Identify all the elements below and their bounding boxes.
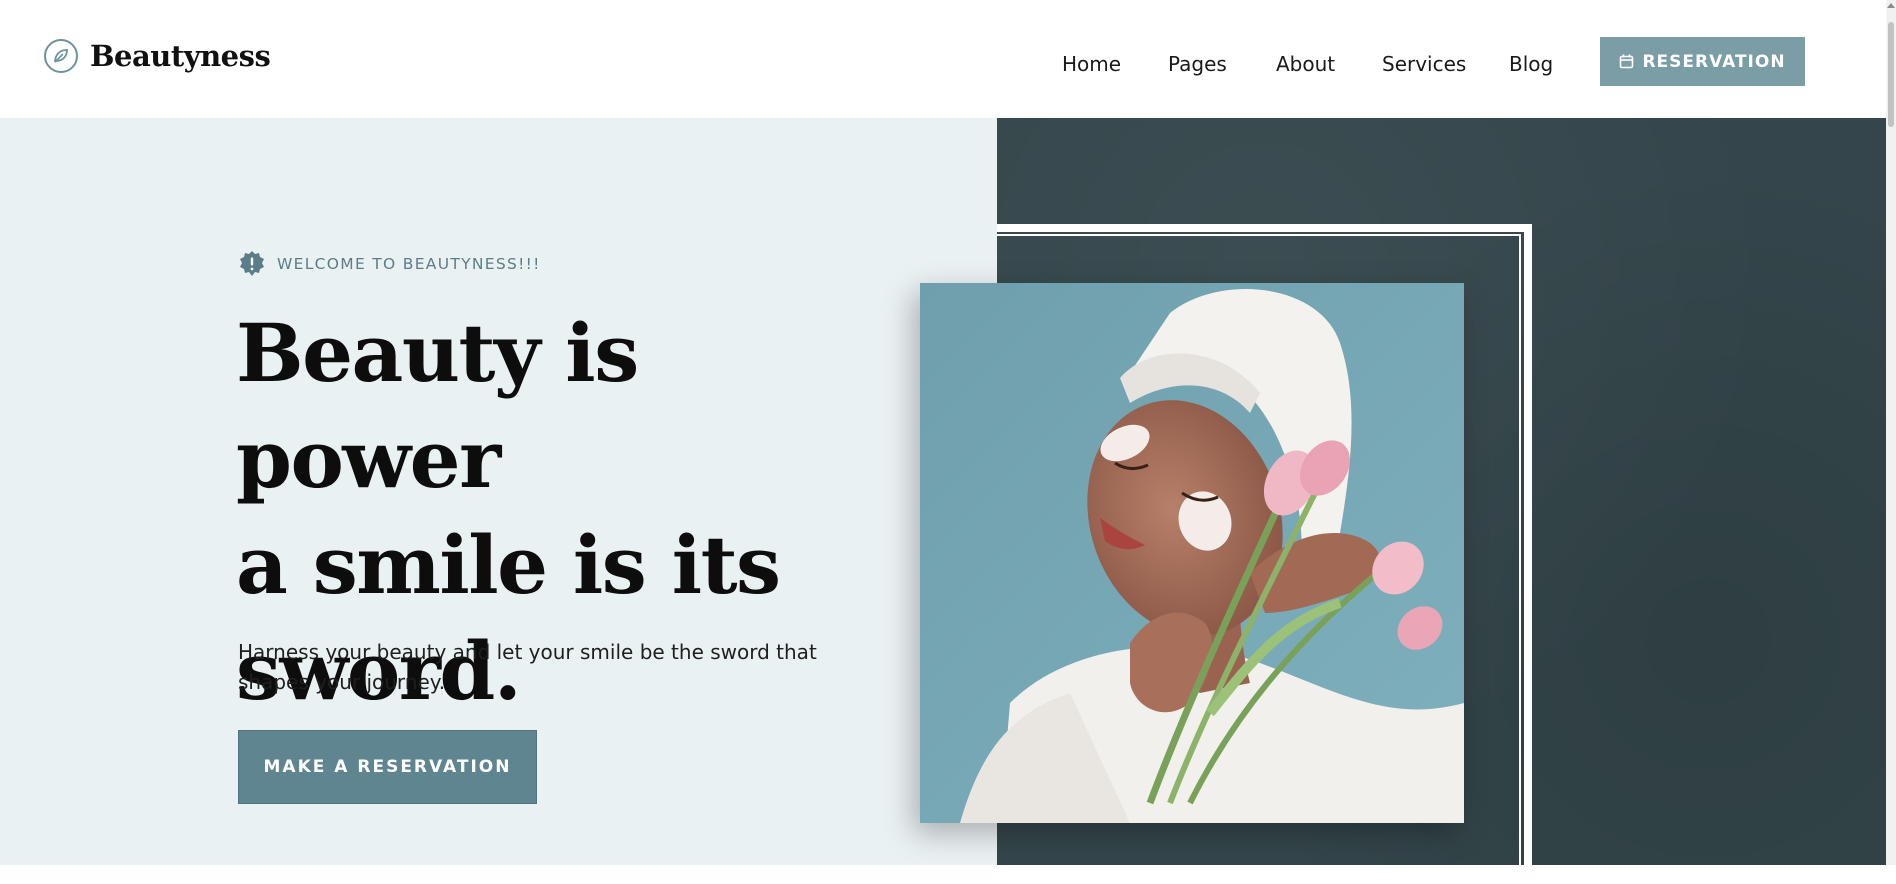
headline-line-2: a smile is its	[236, 518, 781, 612]
reservation-button-label: RESERVATION	[1642, 51, 1786, 72]
nav-blog[interactable]: Blog	[1509, 52, 1553, 76]
leaf-circle-icon	[44, 39, 78, 73]
reservation-button[interactable]: RESERVATION	[1600, 37, 1805, 86]
calendar-icon	[1620, 54, 1634, 69]
eyebrow-text: WELCOME TO BEAUTYNESS!!!	[277, 255, 541, 273]
make-reservation-label: MAKE A RESERVATION	[263, 757, 512, 777]
headline-line-1: Beauty is power	[236, 306, 639, 506]
nav-home[interactable]: Home	[1062, 52, 1121, 76]
nav-pages[interactable]: Pages	[1168, 52, 1227, 76]
badge-exclamation-icon	[240, 251, 264, 276]
make-reservation-button[interactable]: MAKE A RESERVATION	[238, 730, 537, 804]
site-header: Beautyness Home Pages About Services Blo…	[0, 0, 1886, 118]
hero-eyebrow: WELCOME TO BEAUTYNESS!!!	[238, 250, 541, 278]
brand-name: Beautyness	[90, 39, 271, 73]
scrollbar-track[interactable]	[1886, 0, 1896, 865]
nav-services[interactable]: Services	[1382, 52, 1466, 76]
scroll-up-arrow-icon[interactable]	[1887, 3, 1895, 8]
hero-photo	[920, 283, 1464, 823]
nav-about[interactable]: About	[1276, 52, 1335, 76]
logo[interactable]: Beautyness	[44, 39, 271, 73]
scrollbar-thumb[interactable]	[1888, 22, 1894, 127]
hero-subtext: Harness your beauty and let your smile b…	[238, 640, 817, 694]
